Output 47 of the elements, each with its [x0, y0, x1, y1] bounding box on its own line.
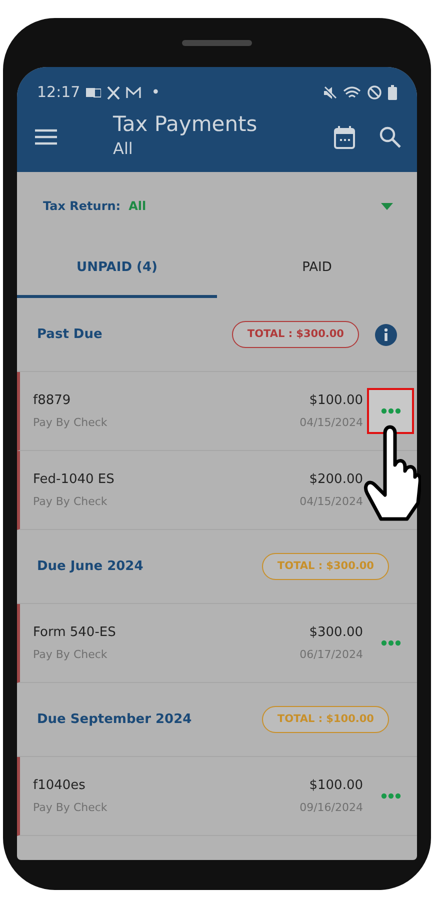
payment-amount: $100.00 [308, 776, 363, 794]
blocked-icon [367, 85, 382, 100]
payment-amount: $300.00 [308, 624, 363, 642]
total-label: TOTAL : $300.00 [262, 552, 389, 580]
due-date: 09/16/2024 [300, 800, 363, 816]
filter-label: Tax Return: [43, 198, 121, 215]
tab[interactable]: UNPAID (4) [17, 240, 217, 298]
pointing-hand-icon [363, 423, 421, 523]
payment-name: Form 540-ES [33, 624, 117, 642]
more-dots-icon [380, 640, 400, 646]
due-date: 04/15/2024 [300, 415, 363, 431]
payment-name: f1040es [33, 776, 86, 794]
payment-method: Pay By Check [33, 800, 108, 816]
more-dots-icon [380, 793, 400, 799]
payment-name: f8879 [33, 392, 72, 410]
info-icon[interactable] [375, 324, 397, 346]
battery-icon [388, 85, 397, 100]
due-date: 04/15/2024 [300, 494, 363, 510]
mute-icon [323, 86, 337, 100]
section-title: Due September 2024 [37, 710, 192, 729]
speaker-grille [182, 40, 252, 46]
section-title: Past Due [37, 326, 102, 344]
more-options-button[interactable] [367, 388, 414, 434]
search-icon[interactable] [379, 126, 401, 148]
payment-method: Pay By Check [33, 494, 108, 510]
total-label: TOTAL : $300.00 [232, 320, 359, 348]
payment-method: Pay By Check [33, 415, 108, 431]
mail-icon [126, 86, 142, 98]
screen-title: Tax Payments [113, 113, 258, 137]
payment-amount: $100.00 [308, 392, 363, 410]
payment-amount: $200.00 [308, 470, 363, 488]
wifi-icon [343, 86, 361, 100]
dropdown-caret-icon [381, 202, 393, 210]
section-title: Due June 2024 [37, 558, 144, 576]
screen-subtitle: All [113, 138, 134, 160]
tab[interactable]: PAID [217, 240, 417, 298]
filter-value: All [128, 198, 146, 215]
more-dots-icon [380, 408, 400, 414]
calendar-icon[interactable] [334, 126, 355, 148]
status-time: 12:17 [37, 82, 80, 104]
payment-name: Fed-1040 ES [33, 470, 116, 488]
tax-return-dropdown[interactable]: Tax Return: All [17, 172, 417, 240]
total-label: TOTAL : $100.00 [262, 706, 389, 734]
menu-icon[interactable] [35, 129, 57, 145]
notification-dot: • [151, 82, 160, 104]
payment-method: Pay By Check [33, 647, 108, 663]
due-date: 06/17/2024 [300, 647, 363, 663]
